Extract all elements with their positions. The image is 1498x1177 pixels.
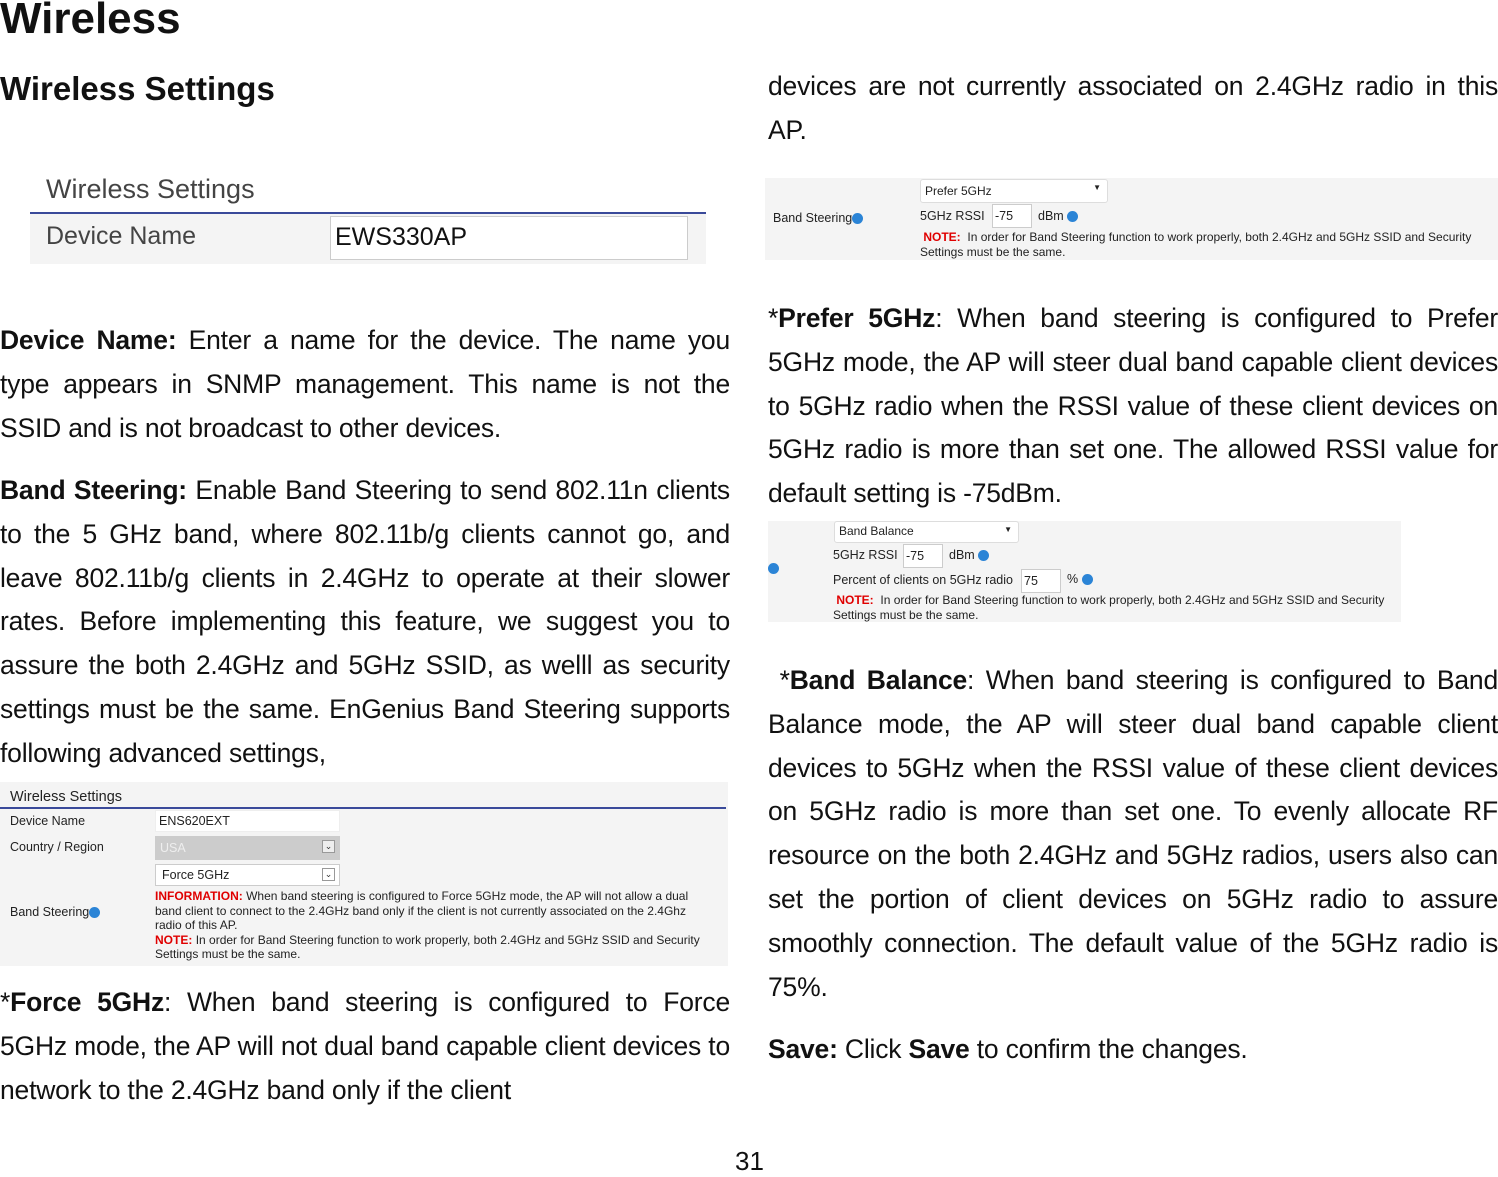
percent-unit: % (1067, 572, 1093, 586)
device-name-input[interactable]: EWS330AP (330, 216, 688, 260)
asterisk: * (768, 303, 779, 333)
save-paragraph: Save: Click Save to confirm the changes. (768, 1028, 1498, 1072)
section-heading: Wireless Settings (0, 70, 275, 107)
save-term: Save (908, 1034, 970, 1064)
device-name-label: Device Name (46, 222, 197, 250)
screenshot-force-5ghz: Wireless Settings Device Name ENS620EXT … (0, 782, 728, 966)
mode-value: Prefer 5GHz (925, 184, 992, 198)
band-balance-paragraph: *Band Balance: When band steering is con… (768, 659, 1498, 1009)
term: Prefer 5GHz (778, 303, 936, 333)
info-label: INFORMATION: (155, 889, 243, 903)
page-number: 31 (735, 1146, 764, 1176)
screenshot-device-name: Wireless Settings Device Name EWS330AP (30, 170, 706, 264)
note-body: In order for Band Steering function to w… (920, 230, 1472, 259)
chevron-down-icon: ⌄ (322, 840, 335, 853)
panel-title: Wireless Settings (46, 174, 255, 204)
country-value: USA (160, 841, 186, 855)
label: Band Steering (773, 211, 853, 225)
note-label: NOTE: (923, 230, 961, 244)
device-name-input[interactable]: ENS620EXT (155, 810, 340, 832)
band-steering-value: Force 5GHz (162, 868, 230, 882)
rssi-input[interactable]: -75 (992, 204, 1032, 228)
term: Force 5GHz (10, 987, 165, 1017)
term: Band Balance (789, 665, 968, 695)
band-steering-paragraph: Band Steering: Enable Band Steering to s… (0, 469, 730, 776)
info-icon[interactable] (89, 907, 101, 919)
note-text: NOTE: In order for Band Steering functio… (920, 230, 1490, 259)
note-text: NOTE: In order for Band Steering functio… (833, 593, 1393, 622)
mode-value: Band Balance (839, 524, 914, 538)
note-text: In order for Band Steering function to w… (155, 932, 700, 962)
band-steering-mode-select[interactable]: Prefer 5GHz ▼ (920, 179, 1108, 203)
term: Band Steering: (0, 475, 187, 505)
term: Save: (768, 1034, 838, 1064)
band-steering-label: Band Steering (773, 211, 864, 225)
text: Enable Band Steering to send 802.11n cli… (0, 475, 730, 768)
percent-input[interactable]: 75 (1021, 569, 1061, 593)
dropdown-arrow-icon: ▼ (1004, 525, 1012, 534)
unit: dBm (1038, 209, 1064, 223)
screenshot-band-balance: Band Balance ▼ 5GHz RSSI -75 dBm Percent … (768, 521, 1401, 622)
force-5ghz-paragraph-continued: devices are not currently associated on … (768, 71, 1498, 145)
text: Click (837, 1034, 909, 1064)
percent-label: Percent of clients on 5GHz radio (833, 573, 1013, 587)
unit: % (1067, 572, 1079, 586)
info-icon[interactable] (852, 213, 864, 225)
info-icon[interactable] (1067, 211, 1079, 223)
country-select[interactable]: USA ⌄ (155, 836, 340, 860)
label: Band Steering (10, 905, 90, 919)
info-icon[interactable] (1081, 574, 1093, 586)
info-icon[interactable] (768, 563, 779, 574)
info-icon[interactable] (978, 550, 990, 562)
dropdown-arrow-icon: ▼ (1093, 183, 1101, 192)
term: Device Name: (0, 325, 177, 355)
screenshot-prefer-5ghz: Prefer 5GHz ▼ Band Steering 5GHz RSSI -75… (765, 178, 1498, 260)
force-5ghz-paragraph: *Force 5GHz: When band steering is confi… (0, 981, 730, 1112)
panel-title: Wireless Settings (10, 789, 123, 805)
band-steering-label: Band Steering (10, 905, 101, 919)
rssi-unit: dBm (949, 548, 990, 562)
chevron-down-icon: ⌄ (322, 868, 335, 881)
rssi-label: 5GHz RSSI (920, 209, 985, 223)
text: to confirm the changes. (969, 1034, 1248, 1064)
device-name-paragraph: Device Name: Enter a name for the device… (0, 319, 730, 450)
text: : When band steering is configured to Ba… (768, 665, 1498, 1002)
rssi-unit: dBm (1038, 209, 1079, 223)
rssi-label: 5GHz RSSI (833, 548, 898, 562)
note-label: NOTE: (836, 593, 874, 607)
asterisk: * (0, 987, 11, 1017)
asterisk: * (779, 665, 790, 695)
band-steering-select[interactable]: Force 5GHz ⌄ (155, 864, 340, 886)
rssi-input[interactable]: -75 (903, 544, 943, 568)
prefer-5ghz-paragraph: *Prefer 5GHz: When band steering is conf… (768, 297, 1498, 516)
band-steering-mode-select[interactable]: Band Balance ▼ (834, 521, 1019, 543)
page-heading: Wireless (0, 0, 181, 43)
country-label: Country / Region (10, 840, 104, 854)
text: : When band steering is configured to Pr… (768, 303, 1498, 509)
unit: dBm (949, 548, 975, 562)
note-label: NOTE: (155, 932, 193, 947)
note-body: In order for Band Steering function to w… (833, 593, 1385, 622)
title-rule (0, 807, 726, 809)
information-text: INFORMATION: When band steering is confi… (155, 889, 715, 962)
device-name-label: Device Name (10, 814, 86, 828)
